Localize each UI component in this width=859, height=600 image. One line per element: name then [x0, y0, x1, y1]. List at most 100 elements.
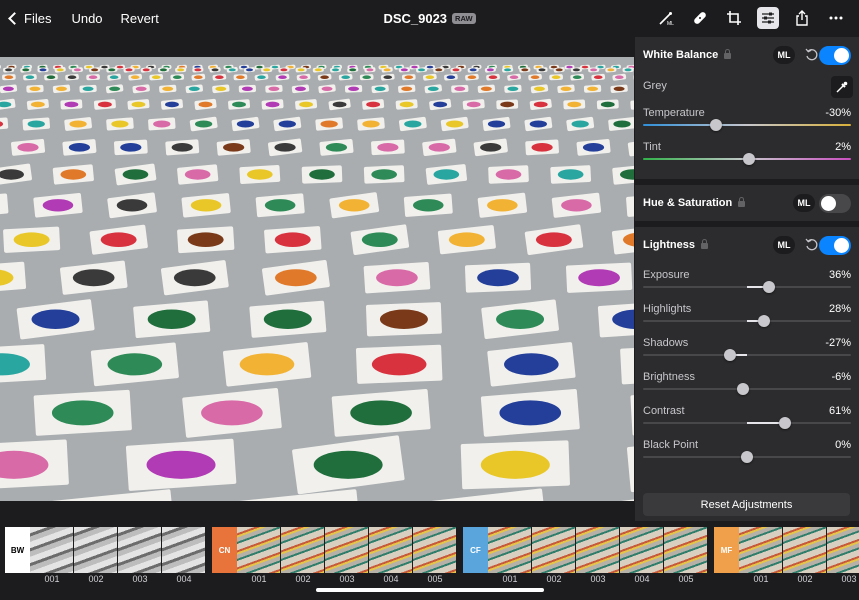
grey-label: Grey — [643, 80, 667, 92]
photo-tile — [160, 99, 183, 110]
filter-thumbnail[interactable] — [620, 527, 664, 573]
chevron-left-icon — [8, 11, 21, 25]
reset-adjustments-button[interactable]: Reset Adjustments — [643, 493, 850, 516]
photo-tile — [261, 99, 284, 110]
slider-knob[interactable] — [741, 451, 753, 463]
filter-group-tag[interactable]: MF — [714, 527, 739, 573]
filter-thumbnail[interactable] — [325, 527, 369, 573]
photo-tile — [403, 193, 453, 217]
temperature-track[interactable] — [643, 119, 851, 131]
photo-tile — [477, 84, 496, 93]
crop-button[interactable] — [723, 7, 745, 29]
photo-canvas[interactable] — [0, 57, 634, 501]
photo-tile — [480, 388, 580, 437]
heal-button[interactable] — [689, 7, 711, 29]
filter-thumbnail[interactable] — [413, 527, 457, 573]
lock-icon[interactable] — [738, 197, 746, 207]
more-button[interactable] — [825, 7, 847, 29]
slider-track[interactable] — [643, 417, 851, 429]
filter-thumbnail[interactable] — [281, 527, 325, 573]
reset-icon[interactable] — [805, 238, 819, 252]
slider-label: Highlights — [643, 303, 692, 315]
hue-saturation-toggle[interactable] — [819, 193, 851, 213]
filter-thumbnail[interactable] — [664, 527, 708, 573]
white-balance-toggle[interactable] — [819, 45, 851, 65]
filter-group-tag[interactable]: CN — [212, 527, 237, 573]
file-name: DSC_9023 — [383, 10, 448, 26]
back-button[interactable]: Files — [8, 11, 51, 26]
slider-value: 36% — [828, 269, 851, 281]
tint-track[interactable] — [643, 153, 851, 165]
filter-group: BW — [5, 527, 206, 573]
photo-tile — [148, 117, 176, 131]
filter-thumbnail-label: 001 — [753, 574, 769, 584]
slider-label: Black Point — [643, 439, 699, 451]
filter-thumbnail[interactable] — [488, 527, 532, 573]
filter-thumbnail[interactable] — [369, 527, 413, 573]
slider-label: Brightness — [643, 371, 695, 383]
slider-knob[interactable] — [763, 281, 776, 293]
slider-track[interactable] — [643, 451, 851, 463]
hue-saturation-header: Hue & Saturation ML — [635, 185, 859, 221]
lightness-ml-button[interactable]: ML — [773, 236, 795, 254]
slider-label: Exposure — [643, 269, 690, 281]
filter-thumbnail[interactable] — [532, 527, 576, 573]
slider-track[interactable] — [643, 281, 851, 293]
photo-tile — [563, 99, 586, 110]
hue-saturation-ml-button[interactable]: ML — [793, 194, 815, 212]
ml-mask-button[interactable]: ML — [655, 7, 677, 29]
filter-thumbnail-label: 002 — [88, 574, 104, 584]
slider-knob[interactable] — [724, 349, 737, 361]
slider-track[interactable] — [643, 383, 851, 395]
lightness-slider-row: Exposure 36% — [635, 263, 859, 297]
photo-image — [0, 57, 634, 501]
photo-tile — [488, 165, 529, 184]
filter-thumbnail[interactable] — [162, 527, 206, 573]
lightness-toggle[interactable] — [819, 235, 851, 255]
lock-icon[interactable] — [700, 239, 708, 249]
white-balance-ml-button[interactable]: ML — [773, 46, 795, 64]
eyedropper-button[interactable] — [831, 76, 853, 98]
lock-icon[interactable] — [724, 49, 732, 59]
white-balance-header: White Balance ML — [635, 37, 859, 73]
reset-icon[interactable] — [805, 48, 819, 62]
photo-tile — [125, 438, 237, 491]
back-label: Files — [24, 10, 52, 26]
photo-tile — [157, 67, 170, 73]
photo-tile — [359, 74, 374, 81]
photo-tile — [0, 344, 47, 385]
photo-tile — [170, 74, 185, 81]
photo-tile — [357, 117, 385, 131]
undo-button[interactable]: Undo — [71, 11, 102, 26]
slider-knob[interactable] — [758, 315, 771, 327]
photo-tile — [398, 84, 416, 93]
slider-knob[interactable] — [779, 417, 792, 429]
photo-tile — [255, 193, 305, 218]
photo-tile — [228, 99, 251, 110]
tint-slider-knob[interactable] — [743, 153, 756, 165]
revert-button[interactable]: Revert — [121, 11, 159, 26]
slider-knob[interactable] — [737, 383, 750, 395]
filter-group-tag[interactable]: CF — [463, 527, 488, 573]
photo-tile — [165, 139, 200, 156]
filter-thumbnail[interactable] — [118, 527, 162, 573]
adjust-button[interactable] — [757, 7, 779, 29]
lightness-sliders: Exposure 36% Highlights 28% Shadows -27% Brigh… — [635, 263, 859, 467]
photo-tile — [79, 84, 97, 93]
slider-track[interactable] — [643, 349, 851, 361]
filter-thumbnail[interactable] — [576, 527, 620, 573]
temperature-slider-knob[interactable] — [709, 119, 722, 131]
filter-thumbnail[interactable] — [783, 527, 827, 573]
filter-thumbnail[interactable] — [739, 527, 783, 573]
ml-mask-icon: ML — [659, 12, 674, 26]
filter-group-tag[interactable]: BW — [5, 527, 30, 573]
filter-thumbnail[interactable] — [237, 527, 281, 573]
top-bar: Files Undo Revert DSC_9023 RAW ML — [0, 0, 859, 36]
filter-thumbnail-label: 003 — [132, 574, 148, 584]
filter-thumbnail[interactable] — [30, 527, 74, 573]
slider-track[interactable] — [643, 315, 851, 327]
share-button[interactable] — [791, 7, 813, 29]
filter-thumbnail[interactable] — [827, 527, 859, 573]
filter-thumbnail[interactable] — [74, 527, 118, 573]
